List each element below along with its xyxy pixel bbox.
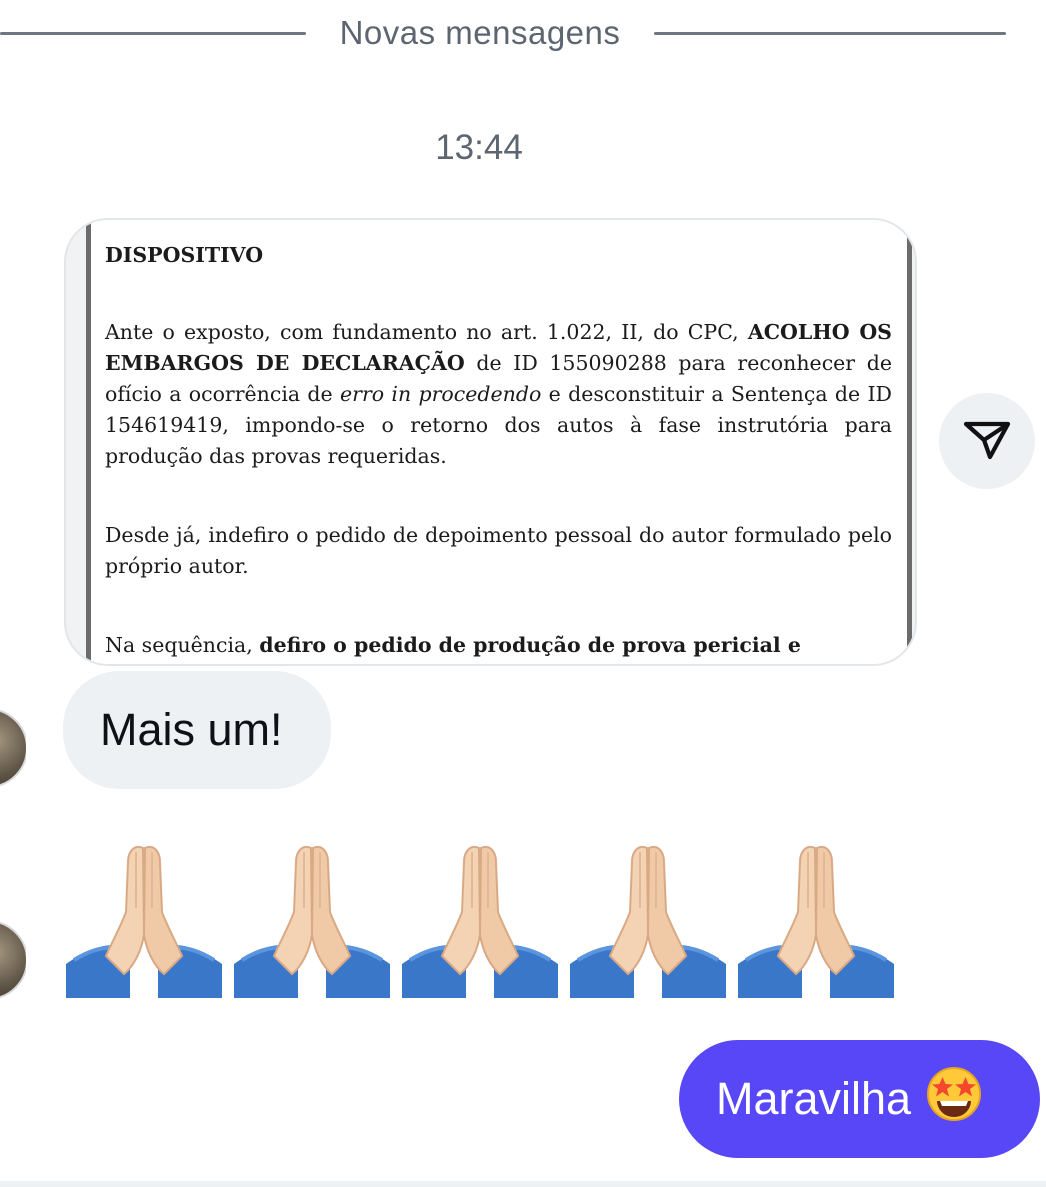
doc-italic-text: erro in procedendo <box>340 382 542 406</box>
message-timestamp: 13:44 <box>435 128 523 167</box>
sent-message-text: Maravilha <box>716 1073 912 1124</box>
send-paper-plane-icon <box>963 421 1011 460</box>
doc-text: Ante o exposto, com fundamento no art. 1… <box>105 320 748 344</box>
document-image-attachment[interactable]: DISPOSITIVO Ante o exposto, com fundamen… <box>64 218 917 666</box>
avatar[interactable] <box>0 920 26 1000</box>
folded-hands-emoji <box>66 838 222 998</box>
document-heading: DISPOSITIVO <box>105 243 264 267</box>
received-message-bubble[interactable]: Mais um! <box>63 671 331 789</box>
emoji-message[interactable] <box>66 838 894 998</box>
folded-hands-emoji <box>402 838 558 998</box>
document-paragraph-1: Ante o exposto, com fundamento no art. 1… <box>105 317 892 472</box>
sent-message-bubble[interactable]: Maravilha <box>679 1040 1040 1158</box>
received-message-text: Mais um! <box>100 704 283 755</box>
star-struck-emoji <box>925 1065 983 1134</box>
document-paragraph-3: Na sequência, defiro o pedido de produçã… <box>105 630 892 664</box>
share-button[interactable] <box>939 393 1035 489</box>
composer-edge <box>0 1181 1046 1187</box>
document-paragraph-2: Desde já, indefiro o pedido de depoiment… <box>105 523 892 578</box>
document-page: DISPOSITIVO Ante o exposto, com fundamen… <box>86 220 912 664</box>
folded-hands-emoji <box>570 838 726 998</box>
doc-text: Na sequência, <box>105 633 260 657</box>
divider-line-right <box>654 32 1006 35</box>
avatar[interactable] <box>0 708 26 788</box>
folded-hands-emoji <box>234 838 390 998</box>
folded-hands-emoji <box>738 838 894 998</box>
divider-line-left <box>0 32 306 35</box>
new-messages-divider: Novas mensagens <box>339 14 621 51</box>
